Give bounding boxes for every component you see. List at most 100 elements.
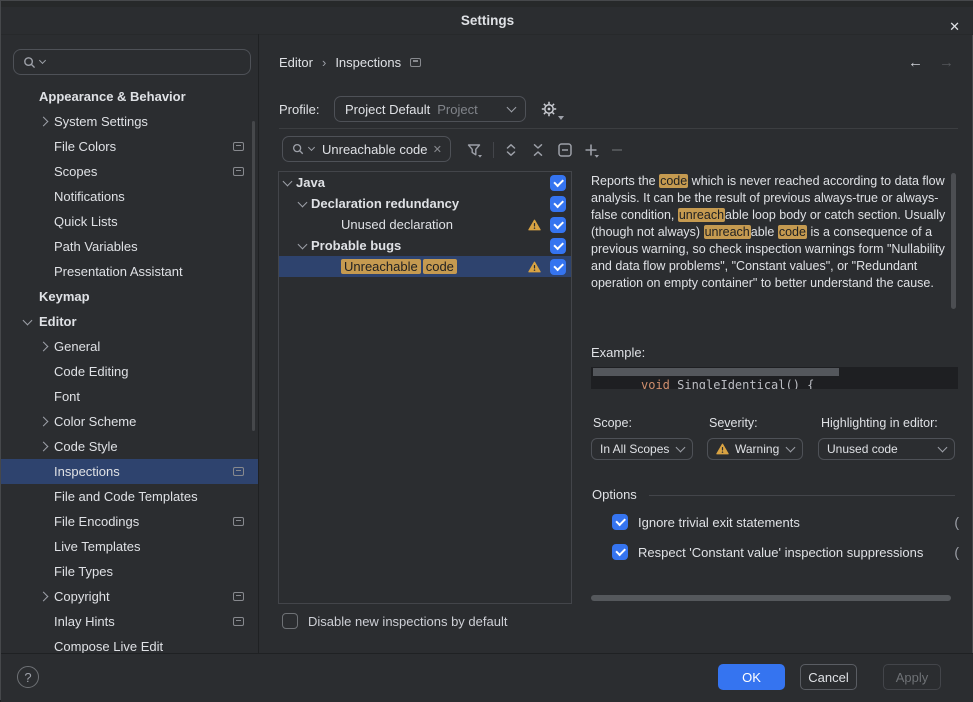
- tree-item-label: Probable bugs: [311, 238, 401, 253]
- search-match-highlight: code: [423, 259, 457, 274]
- sidebar-item-label: System Settings: [54, 114, 148, 129]
- expand-all-button[interactable]: [501, 140, 521, 160]
- project-level-icon: [233, 517, 244, 526]
- sidebar-item-file-and-code-templates[interactable]: File and Code Templates: [1, 484, 259, 509]
- sidebar-item-color-scheme[interactable]: Color Scheme: [1, 409, 259, 434]
- plus-icon: [583, 142, 599, 158]
- chevron-right-icon[interactable]: [39, 417, 49, 427]
- settings-search-input[interactable]: [13, 49, 251, 75]
- sidebar-item-code-editing[interactable]: Code Editing: [1, 359, 259, 384]
- sidebar-item-file-encodings[interactable]: File Encodings: [1, 509, 259, 534]
- tree-row-probable-bugs[interactable]: Probable bugs: [279, 235, 571, 256]
- profile-scope: Project: [437, 102, 477, 117]
- add-inspection-button[interactable]: [581, 140, 601, 160]
- project-level-icon: [410, 58, 421, 67]
- sidebar-item-editor[interactable]: Editor: [1, 309, 259, 334]
- sidebar-item-presentation-assistant[interactable]: Presentation Assistant: [1, 259, 259, 284]
- apply-button[interactable]: Apply: [883, 664, 941, 690]
- forward-arrow-icon[interactable]: →: [939, 54, 954, 71]
- cancel-button[interactable]: Cancel: [800, 664, 857, 690]
- highlighting-dropdown[interactable]: Unused code: [818, 438, 955, 460]
- sidebar-item-code-style[interactable]: Code Style: [1, 434, 259, 459]
- help-button[interactable]: ?: [17, 666, 39, 688]
- sidebar-item-font[interactable]: Font: [1, 384, 259, 409]
- inspection-search-input[interactable]: Unreachable code ✕: [282, 136, 451, 162]
- sidebar-item-scopes[interactable]: Scopes: [1, 159, 259, 184]
- sidebar-item-label: File and Code Templates: [54, 489, 198, 504]
- details-horizontal-scrollbar[interactable]: [591, 595, 951, 601]
- disable-inspection-button[interactable]: [555, 140, 575, 160]
- sidebar-item-path-variables[interactable]: Path Variables: [1, 234, 259, 259]
- inspection-enabled-checkbox[interactable]: [550, 175, 566, 191]
- description-scrollbar[interactable]: [951, 173, 956, 309]
- sidebar-item-inspections[interactable]: Inspections: [1, 459, 259, 484]
- scope-dropdown[interactable]: In All Scopes: [591, 438, 693, 460]
- dialog-title: Settings: [461, 13, 514, 28]
- warning-icon: [528, 219, 541, 231]
- inspections-tree: Java Declaration redundancy Unused declara…: [278, 171, 572, 604]
- highlighting-label: Highlighting in editor:: [821, 416, 938, 432]
- sidebar-scrollbar[interactable]: [252, 121, 255, 431]
- severity-dropdown[interactable]: Warning: [707, 438, 803, 460]
- sidebar-item-copyright[interactable]: Copyright: [1, 584, 259, 609]
- sidebar-item-file-types[interactable]: File Types: [1, 559, 259, 584]
- example-code-clipped-line: void SingleIdentical() {: [641, 377, 814, 389]
- filter-button[interactable]: [464, 140, 484, 160]
- example-code-selection-bar: [593, 368, 839, 376]
- sidebar-item-compose-live-edit[interactable]: Compose Live Edit: [1, 634, 259, 653]
- gear-caret-icon: [558, 116, 564, 120]
- sidebar-item-notifications[interactable]: Notifications: [1, 184, 259, 209]
- tree-item-label: Unused declaration: [341, 217, 453, 232]
- search-match-highlight: unreach: [704, 225, 751, 239]
- option-checkbox[interactable]: [612, 544, 628, 560]
- inspection-enabled-checkbox[interactable]: [550, 196, 566, 212]
- profile-gear-button[interactable]: [540, 100, 562, 120]
- disable-new-inspections-checkbox[interactable]: [282, 613, 298, 629]
- tree-row-unreachable-code[interactable]: Unreachablecode: [279, 256, 571, 277]
- chevron-right-icon[interactable]: [39, 342, 49, 352]
- remove-inspection-button[interactable]: [607, 140, 627, 160]
- breadcrumb-editor[interactable]: Editor: [279, 55, 313, 70]
- chevron-right-icon[interactable]: [39, 592, 49, 602]
- collapse-all-button[interactable]: [528, 140, 548, 160]
- sidebar-item-general[interactable]: General: [1, 334, 259, 359]
- chevron-right-icon[interactable]: [39, 442, 49, 452]
- sidebar-item-file-colors[interactable]: File Colors: [1, 134, 259, 159]
- tree-row-unused-declaration[interactable]: Unused declaration: [279, 214, 571, 235]
- sidebar-item-label: Color Scheme: [54, 414, 136, 429]
- chevron-down-icon[interactable]: [298, 239, 308, 249]
- sidebar-item-appearance-behavior[interactable]: Appearance & Behavior: [1, 84, 259, 109]
- disable-new-inspections-row[interactable]: Disable new inspections by default: [282, 613, 507, 629]
- square-minus-icon: [557, 142, 573, 158]
- chevron-down-icon[interactable]: [23, 315, 33, 325]
- warning-icon: [716, 443, 729, 455]
- inspection-enabled-checkbox[interactable]: [550, 238, 566, 254]
- sidebar-item-system-settings[interactable]: System Settings: [1, 109, 259, 134]
- breadcrumb-inspections[interactable]: Inspections: [335, 55, 401, 70]
- search-icon: [22, 55, 37, 70]
- back-arrow-icon[interactable]: ←: [908, 54, 923, 71]
- warning-icon: [528, 261, 541, 273]
- inspection-enabled-checkbox[interactable]: [550, 259, 566, 275]
- inspection-details-pane: Reports the code which is never reached …: [591, 171, 959, 649]
- tree-item-label: Java: [296, 175, 325, 190]
- sidebar-item-live-templates[interactable]: Live Templates: [1, 534, 259, 559]
- chevron-down-icon[interactable]: [283, 176, 293, 186]
- profile-dropdown[interactable]: Project Default Project: [334, 96, 526, 122]
- chevron-down-icon[interactable]: [298, 197, 308, 207]
- chevron-right-icon[interactable]: [39, 117, 49, 127]
- ok-button[interactable]: OK: [718, 664, 785, 690]
- inspection-enabled-checkbox[interactable]: [550, 217, 566, 233]
- sidebar-item-keymap[interactable]: Keymap: [1, 284, 259, 309]
- collapse-all-icon: [530, 142, 546, 158]
- clear-search-icon[interactable]: ✕: [433, 143, 442, 156]
- tree-row-declaration-redundancy[interactable]: Declaration redundancy: [279, 193, 571, 214]
- sidebar-item-quick-lists[interactable]: Quick Lists: [1, 209, 259, 234]
- sidebar-item-inlay-hints[interactable]: Inlay Hints: [1, 609, 259, 634]
- tree-row-java[interactable]: Java: [279, 172, 571, 193]
- sidebar-item-label: Copyright: [54, 589, 110, 604]
- history-nav: ← →: [908, 51, 954, 73]
- sidebar-item-label: File Encodings: [54, 514, 139, 529]
- option-checkbox[interactable]: [612, 514, 628, 530]
- close-icon[interactable]: ✕: [949, 13, 960, 40]
